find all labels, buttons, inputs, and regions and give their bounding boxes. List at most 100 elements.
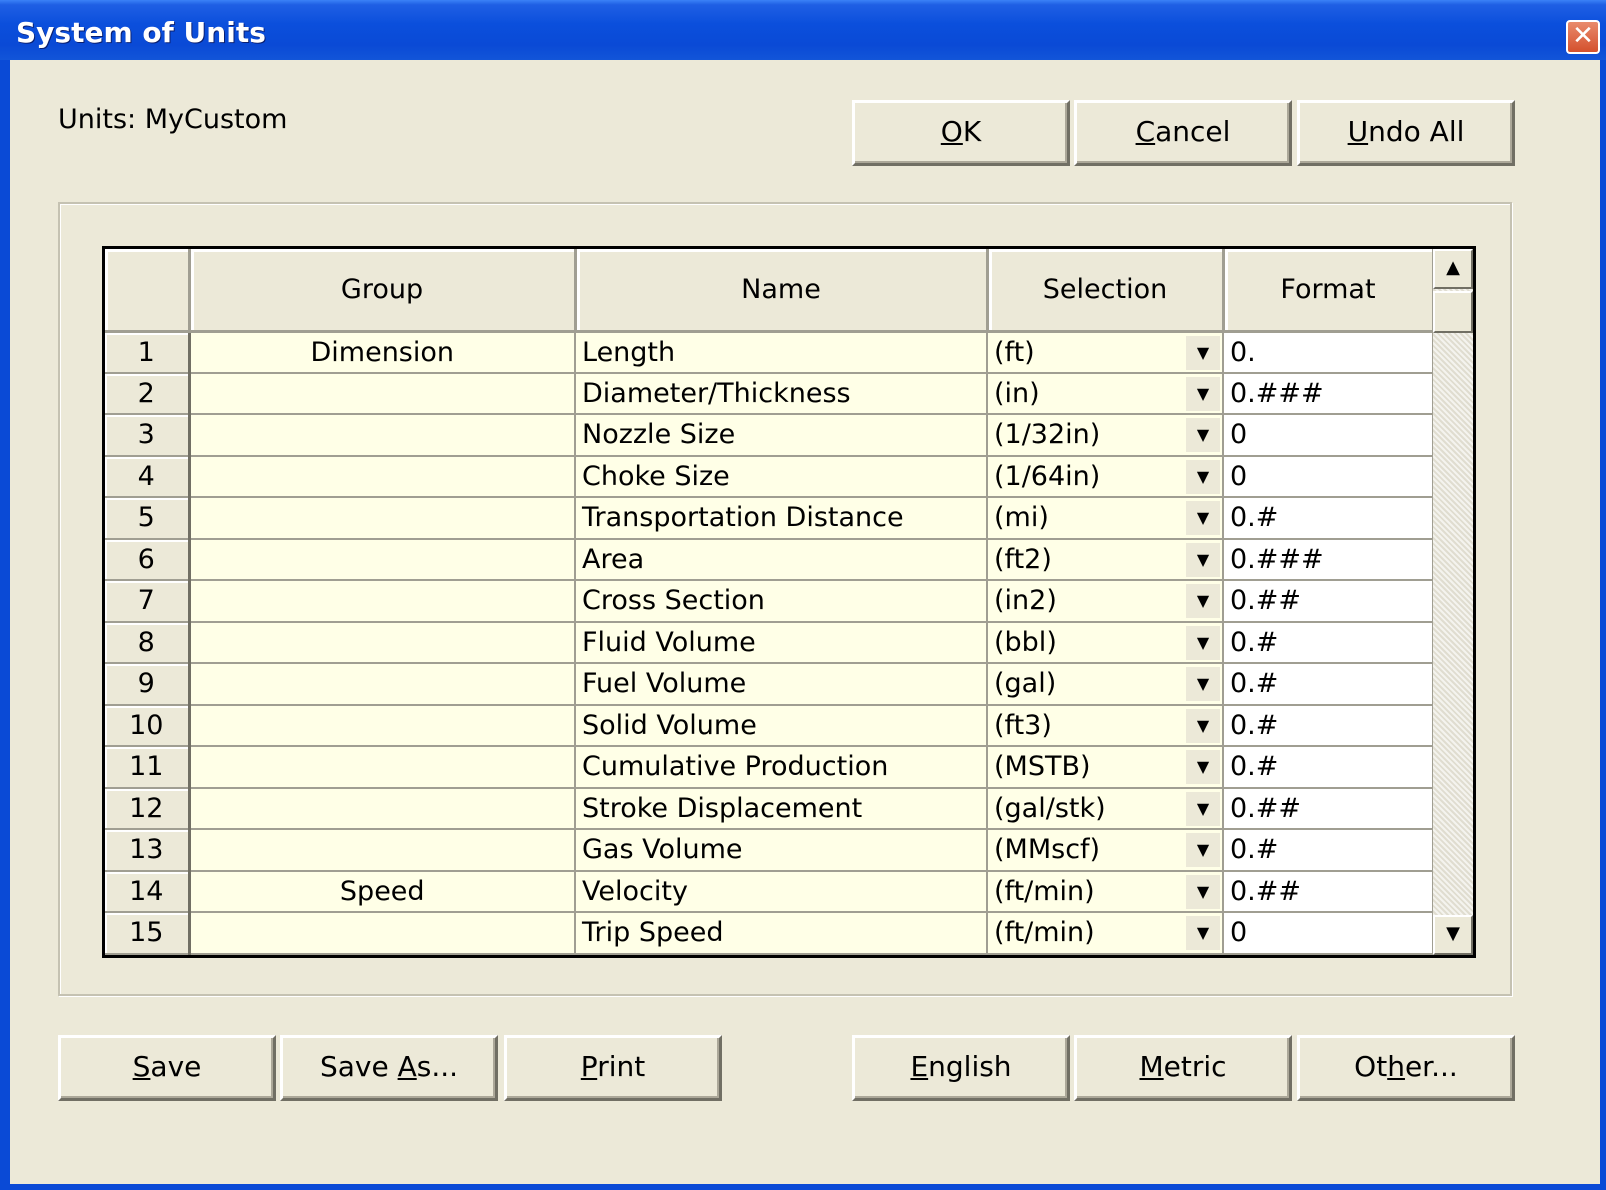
table-row[interactable]: 13 Gas Volume (MMscf) ▼ 0.# <box>105 829 1434 872</box>
close-button[interactable]: ✕ <box>1566 20 1600 54</box>
scroll-thumb[interactable] <box>1433 291 1473 333</box>
column-header-name[interactable]: Name <box>575 249 989 333</box>
table-row[interactable]: 14 Speed Velocity (ft/min) ▼ 0.## <box>105 870 1434 913</box>
table-row[interactable]: 3 Nozzle Size (1/32in) ▼ 0 <box>105 414 1434 457</box>
name-cell[interactable]: Trip Speed <box>575 912 988 955</box>
group-cell[interactable] <box>189 704 576 747</box>
save-button[interactable]: Save <box>58 1035 276 1101</box>
group-cell[interactable] <box>189 829 576 872</box>
group-cell[interactable] <box>189 746 576 789</box>
name-cell[interactable]: Fluid Volume <box>575 621 988 664</box>
selection-dropdown[interactable]: (ft/min) ▼ <box>987 912 1224 955</box>
selection-dropdown[interactable]: (gal/stk) ▼ <box>987 787 1224 830</box>
name-cell[interactable]: Nozzle Size <box>575 414 988 457</box>
row-number[interactable]: 3 <box>105 414 191 457</box>
format-input[interactable]: 0.# <box>1223 663 1434 706</box>
selection-dropdown[interactable]: (ft/min) ▼ <box>987 870 1224 913</box>
format-input[interactable]: 0 <box>1223 414 1434 457</box>
ok-button[interactable]: OK <box>852 100 1070 166</box>
chevron-down-icon[interactable]: ▼ <box>1186 874 1220 909</box>
name-cell[interactable]: Choke Size <box>575 455 988 498</box>
title-bar[interactable]: System of Units ✕ <box>0 0 1606 60</box>
name-cell[interactable]: Stroke Displacement <box>575 787 988 830</box>
format-input[interactable]: 0 <box>1223 912 1434 955</box>
row-number[interactable]: 2 <box>105 372 191 415</box>
group-cell[interactable]: Speed <box>189 870 576 913</box>
column-header-format[interactable]: Format <box>1223 249 1435 333</box>
metric-button[interactable]: Metric <box>1074 1035 1292 1101</box>
selection-dropdown[interactable]: (MSTB) ▼ <box>987 746 1224 789</box>
table-row[interactable]: 11 Cumulative Production (MSTB) ▼ 0.# <box>105 746 1434 789</box>
row-number[interactable]: 10 <box>105 704 191 747</box>
column-header-selection[interactable]: Selection <box>987 249 1225 333</box>
table-row[interactable]: 15 Trip Speed (ft/min) ▼ 0 <box>105 912 1434 955</box>
selection-dropdown[interactable]: (gal) ▼ <box>987 663 1224 706</box>
row-number[interactable]: 4 <box>105 455 191 498</box>
chevron-down-icon[interactable]: ▼ <box>1186 791 1220 826</box>
selection-dropdown[interactable]: (ft) ▼ <box>987 331 1224 374</box>
row-number[interactable]: 11 <box>105 746 191 789</box>
format-input[interactable]: 0.# <box>1223 621 1434 664</box>
chevron-down-icon[interactable]: ▼ <box>1186 625 1220 660</box>
table-row[interactable]: 7 Cross Section (in2) ▼ 0.## <box>105 580 1434 623</box>
chevron-down-icon[interactable]: ▼ <box>1186 542 1220 577</box>
scroll-down-button[interactable]: ▼ <box>1433 915 1473 955</box>
name-cell[interactable]: Velocity <box>575 870 988 913</box>
undo-all-button[interactable]: Undo All <box>1297 100 1515 166</box>
selection-dropdown[interactable]: (mi) ▼ <box>987 497 1224 540</box>
format-input[interactable]: 0.## <box>1223 580 1434 623</box>
table-row[interactable]: 8 Fluid Volume (bbl) ▼ 0.# <box>105 621 1434 664</box>
vertical-scrollbar[interactable]: ▲ ▼ <box>1433 249 1473 955</box>
group-cell[interactable] <box>189 497 576 540</box>
column-header-group[interactable]: Group <box>189 249 577 333</box>
row-number[interactable]: 5 <box>105 497 191 540</box>
table-row[interactable]: 12 Stroke Displacement (gal/stk) ▼ 0.## <box>105 787 1434 830</box>
format-input[interactable]: 0.# <box>1223 746 1434 789</box>
selection-dropdown[interactable]: (ft2) ▼ <box>987 538 1224 581</box>
row-number[interactable]: 12 <box>105 787 191 830</box>
name-cell[interactable]: Cumulative Production <box>575 746 988 789</box>
group-cell[interactable] <box>189 580 576 623</box>
print-button[interactable]: Print <box>504 1035 722 1101</box>
cancel-button[interactable]: Cancel <box>1074 100 1292 166</box>
name-cell[interactable]: Length <box>575 331 988 374</box>
selection-dropdown[interactable]: (1/64in) ▼ <box>987 455 1224 498</box>
format-input[interactable]: 0 <box>1223 455 1434 498</box>
chevron-down-icon[interactable]: ▼ <box>1186 667 1220 701</box>
format-input[interactable]: 0.### <box>1223 372 1434 415</box>
group-cell[interactable]: Dimension <box>189 331 576 374</box>
name-cell[interactable]: Transportation Distance <box>575 497 988 540</box>
selection-dropdown[interactable]: (in2) ▼ <box>987 580 1224 623</box>
row-number[interactable]: 9 <box>105 663 191 706</box>
chevron-down-icon[interactable]: ▼ <box>1186 584 1220 618</box>
chevron-down-icon[interactable]: ▼ <box>1186 916 1220 950</box>
row-number[interactable]: 13 <box>105 829 191 872</box>
selection-dropdown[interactable]: (1/32in) ▼ <box>987 414 1224 457</box>
group-cell[interactable] <box>189 414 576 457</box>
chevron-down-icon[interactable]: ▼ <box>1186 418 1220 452</box>
selection-dropdown[interactable]: (MMscf) ▼ <box>987 829 1224 872</box>
chevron-down-icon[interactable]: ▼ <box>1186 335 1220 370</box>
chevron-down-icon[interactable]: ▼ <box>1186 376 1220 411</box>
table-row[interactable]: 5 Transportation Distance (mi) ▼ 0.# <box>105 497 1434 540</box>
chevron-down-icon[interactable]: ▼ <box>1186 501 1220 535</box>
group-cell[interactable] <box>189 621 576 664</box>
selection-dropdown[interactable]: (bbl) ▼ <box>987 621 1224 664</box>
units-grid[interactable]: Group Name Selection Format 1 Dimension Le… <box>102 246 1476 958</box>
name-cell[interactable]: Fuel Volume <box>575 663 988 706</box>
group-cell[interactable] <box>189 912 576 955</box>
name-cell[interactable]: Area <box>575 538 988 581</box>
name-cell[interactable]: Cross Section <box>575 580 988 623</box>
chevron-down-icon[interactable]: ▼ <box>1186 833 1220 867</box>
group-cell[interactable] <box>189 538 576 581</box>
row-number[interactable]: 15 <box>105 912 191 955</box>
row-number[interactable]: 14 <box>105 870 191 913</box>
english-button[interactable]: English <box>852 1035 1070 1101</box>
other-button[interactable]: Other... <box>1297 1035 1515 1101</box>
name-cell[interactable]: Gas Volume <box>575 829 988 872</box>
table-row[interactable]: 2 Diameter/Thickness (in) ▼ 0.### <box>105 372 1434 415</box>
format-input[interactable]: 0. <box>1223 331 1434 374</box>
name-cell[interactable]: Diameter/Thickness <box>575 372 988 415</box>
format-input[interactable]: 0.# <box>1223 497 1434 540</box>
group-cell[interactable] <box>189 372 576 415</box>
